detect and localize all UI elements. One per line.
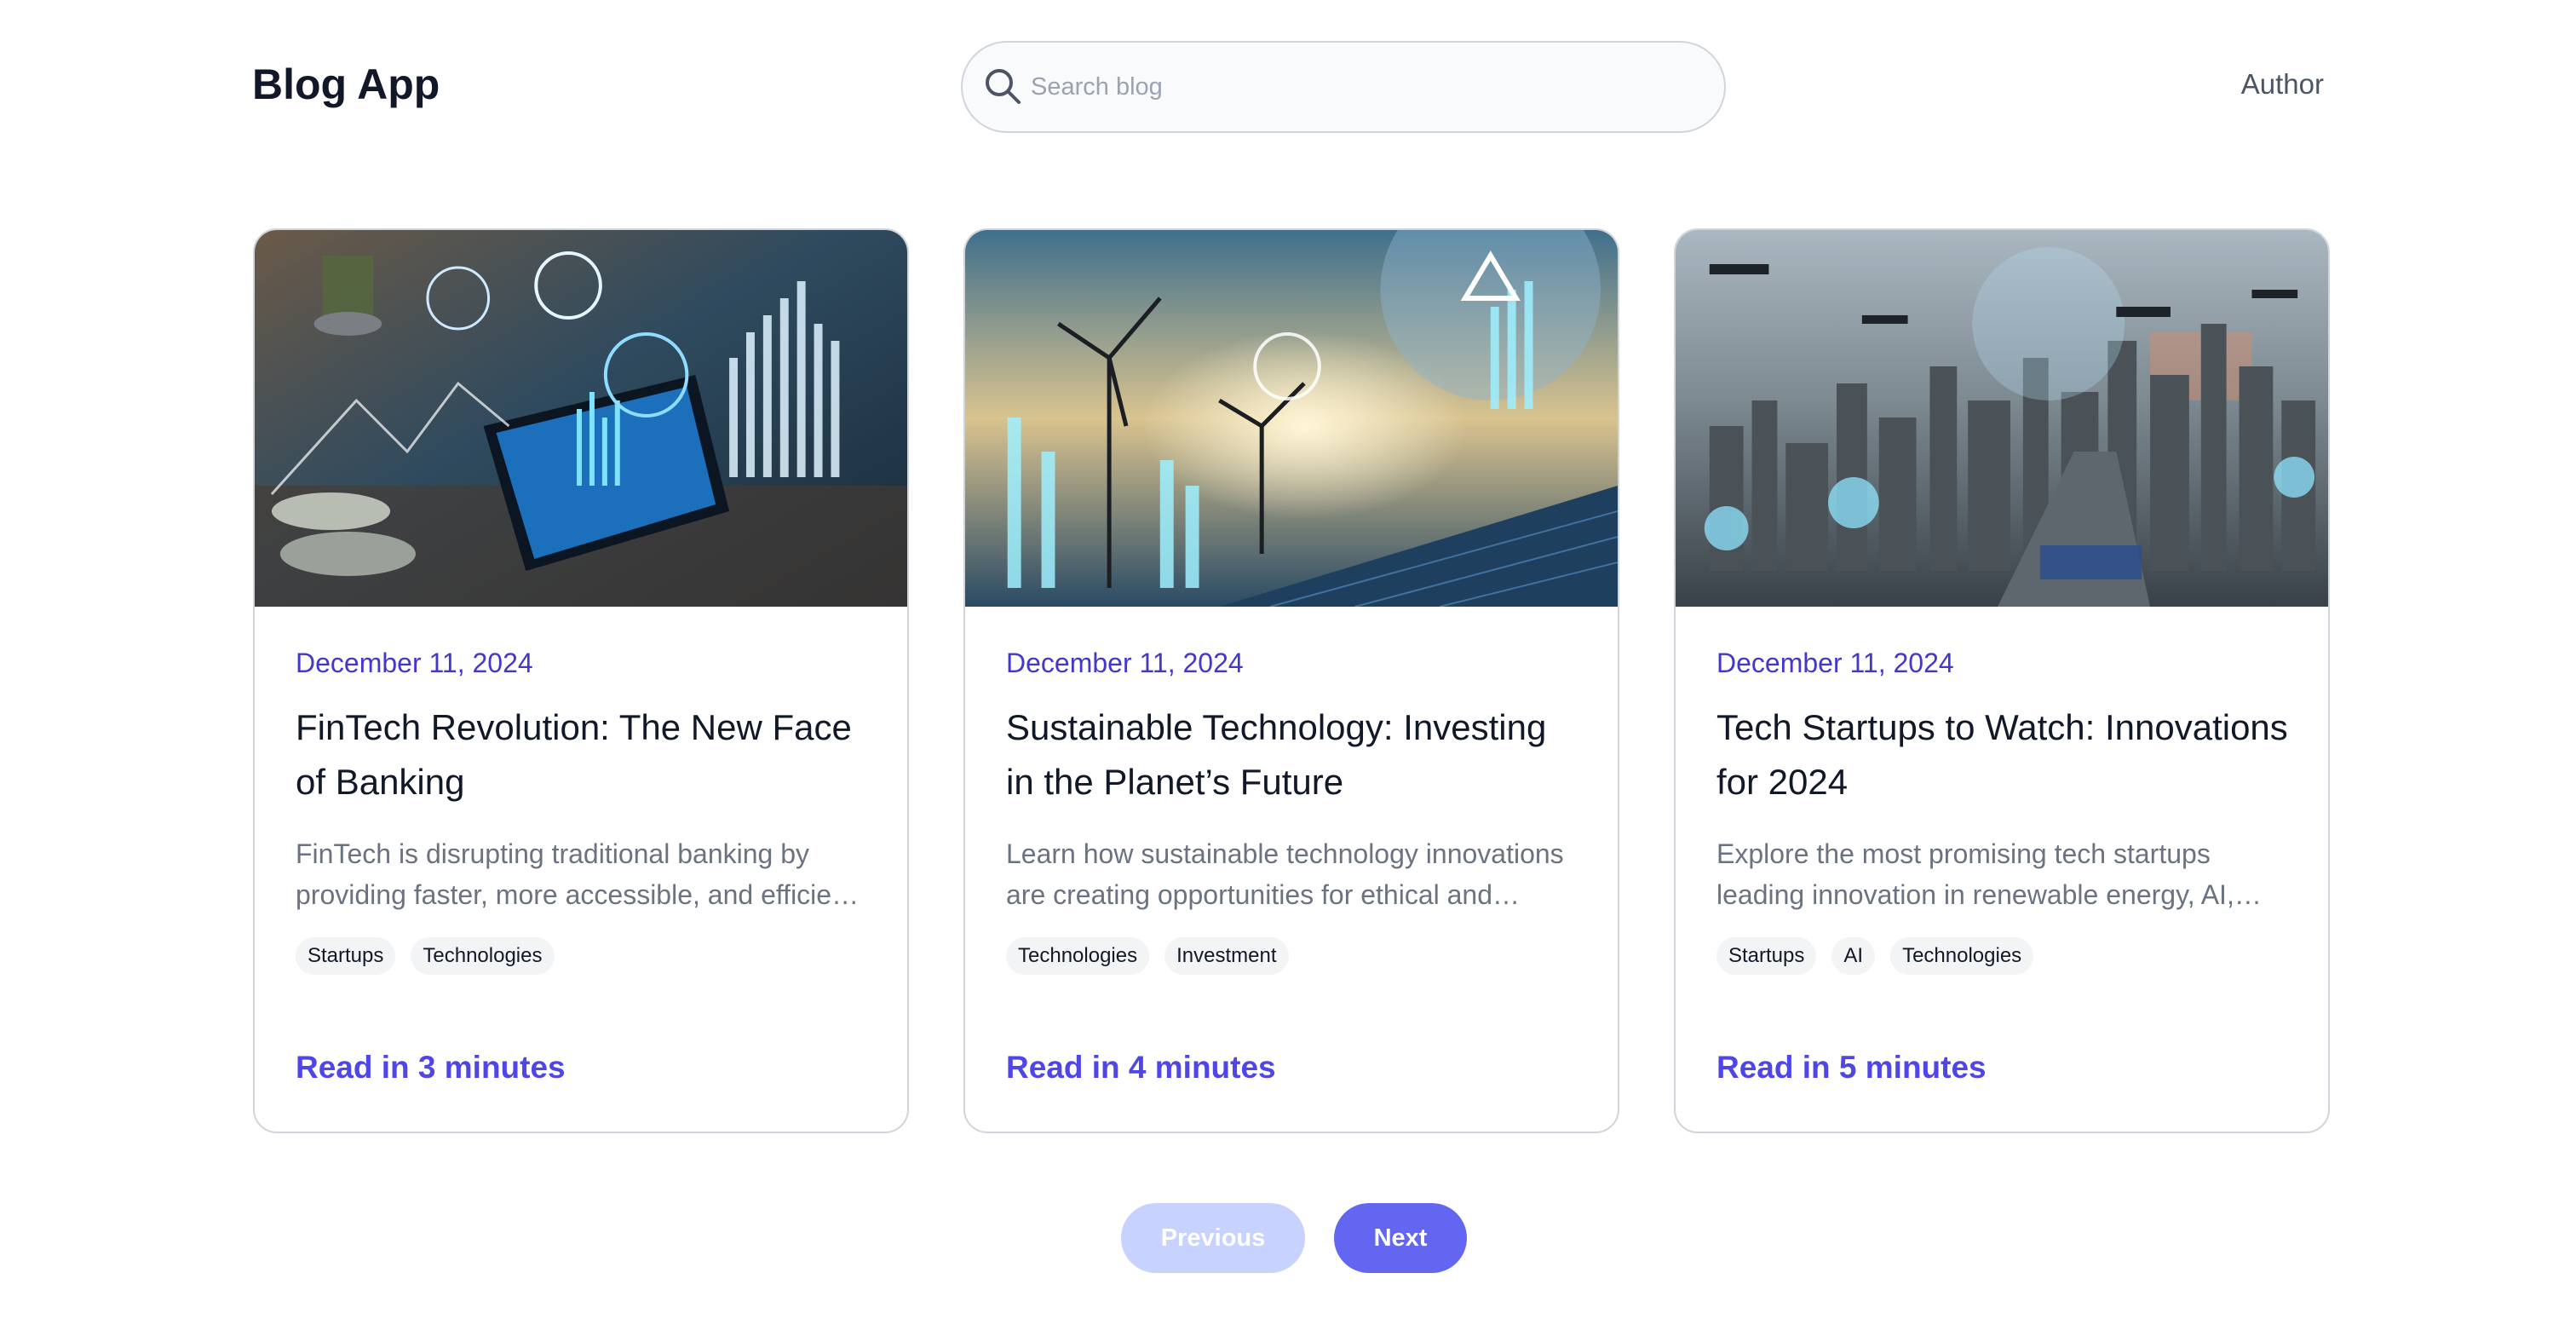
post-excerpt: Learn how sustainable technology innovat… <box>1006 838 1564 910</box>
post-thumbnail-startups[interactable] <box>1676 230 2328 607</box>
search-bar[interactable] <box>961 41 1726 133</box>
post-title[interactable]: Sustainable Technology: Investing in the… <box>1006 700 1584 809</box>
post-card[interactable]: December 11, 2024 FinTech Revolution: Th… <box>253 228 909 1133</box>
post-title[interactable]: FinTech Revolution: The New Face of Bank… <box>296 700 873 809</box>
next-button[interactable]: Next <box>1334 1203 1467 1273</box>
post-tags: Technologies Investment <box>1006 937 1584 975</box>
tag-ai[interactable]: AI <box>1831 937 1876 975</box>
read-time-link[interactable]: Read in 4 minutes <box>1006 1050 1276 1086</box>
post-thumbnail-sustainable[interactable] <box>965 230 1618 607</box>
tag-startups[interactable]: Startups <box>296 937 396 975</box>
post-thumbnail-fintech[interactable] <box>255 230 907 607</box>
post-card-body: December 11, 2024 FinTech Revolution: Th… <box>296 648 873 975</box>
post-date: December 11, 2024 <box>1006 648 1244 678</box>
post-card-body: December 11, 2024 Sustainable Technology… <box>1006 648 1584 975</box>
tag-startups[interactable]: Startups <box>1716 937 1817 975</box>
search-input[interactable] <box>1031 60 1704 114</box>
pagination: Previous Next <box>1121 1203 1467 1273</box>
post-title[interactable]: Tech Startups to Watch: Innovations for … <box>1716 700 2294 809</box>
post-date: December 11, 2024 <box>1716 648 1954 678</box>
blog-page: Blog App Author <box>0 0 2576 1319</box>
brand-title: Blog App <box>252 60 440 108</box>
post-excerpt: FinTech is disrupting traditional bankin… <box>296 838 860 910</box>
tag-technologies[interactable]: Technologies <box>1006 937 1150 975</box>
read-time-link[interactable]: Read in 3 minutes <box>296 1050 566 1086</box>
previous-button[interactable]: Previous <box>1121 1203 1305 1273</box>
post-date: December 11, 2024 <box>296 648 533 678</box>
post-card[interactable]: December 11, 2024 Sustainable Technology… <box>963 228 1619 1133</box>
read-time-link[interactable]: Read in 5 minutes <box>1716 1050 1987 1086</box>
tag-investment[interactable]: Investment <box>1164 937 1289 975</box>
author-link[interactable]: Author <box>2241 68 2324 101</box>
post-tags: Startups Technologies <box>296 937 873 975</box>
post-excerpt: Explore the most promising tech startups… <box>1716 838 2262 910</box>
post-tags: Startups AI Technologies <box>1716 937 2294 975</box>
post-card-body: December 11, 2024 Tech Startups to Watch… <box>1716 648 2294 975</box>
post-card[interactable]: December 11, 2024 Tech Startups to Watch… <box>1674 228 2330 1133</box>
tag-technologies[interactable]: Technologies <box>411 937 555 975</box>
post-grid: December 11, 2024 FinTech Revolution: Th… <box>253 228 2330 1133</box>
search-icon <box>986 69 1021 104</box>
tag-technologies[interactable]: Technologies <box>1890 937 2034 975</box>
